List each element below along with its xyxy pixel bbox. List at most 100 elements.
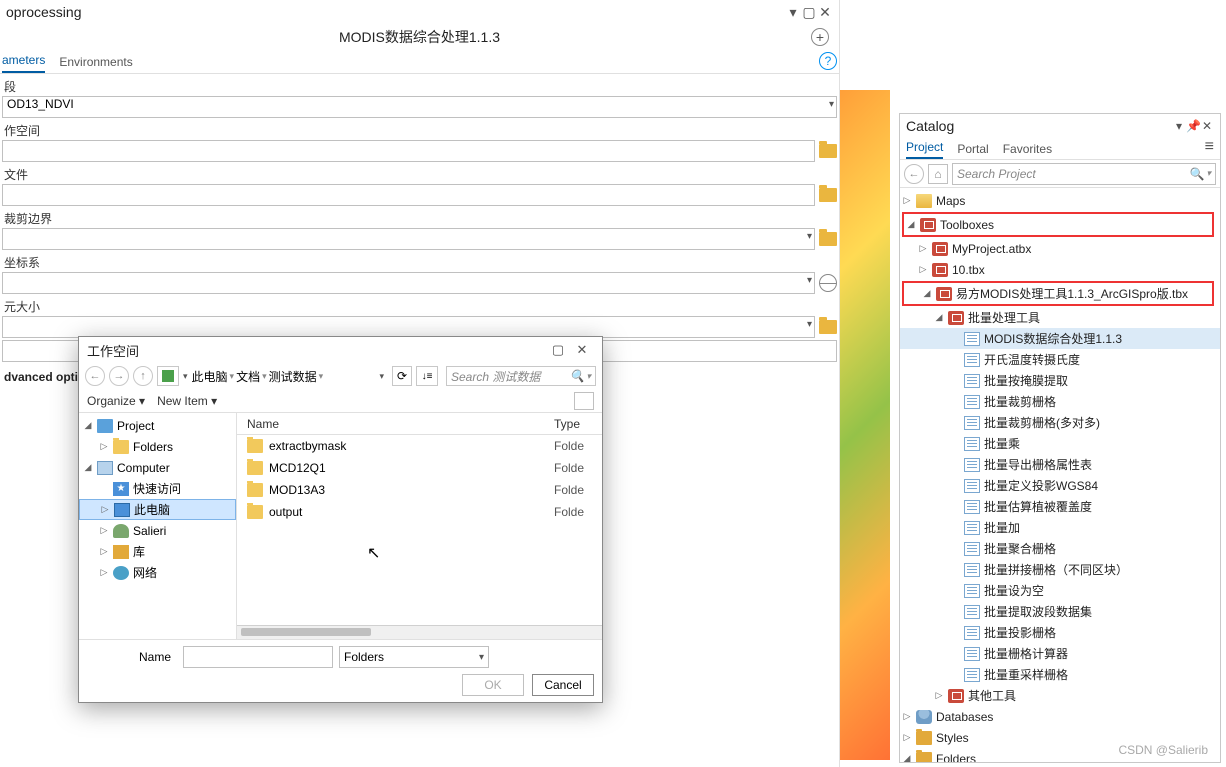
catalog-node[interactable]: ▷10.tbx xyxy=(900,259,1220,280)
list-row[interactable]: MCD12Q1Folde xyxy=(237,457,602,479)
param-cell-input[interactable]: ▾ xyxy=(2,316,815,338)
dialog-tree-node[interactable]: ▷Salieri xyxy=(79,520,236,541)
list-row[interactable]: extractbymaskFolde xyxy=(237,435,602,457)
dialog-tree-node[interactable]: ▷Folders xyxy=(79,436,236,457)
catalog-title: Catalog xyxy=(906,118,954,134)
crs-picker-icon[interactable] xyxy=(819,274,837,292)
dialog-orgbar: Organize ▾ New Item ▾ xyxy=(79,389,602,413)
refresh-icon[interactable]: ⟳ xyxy=(392,366,412,386)
dialog-max-icon[interactable]: ▢ xyxy=(546,342,570,358)
tab-environments[interactable]: Environments xyxy=(59,55,132,73)
tab-parameters[interactable]: ameters xyxy=(2,53,45,73)
browse-file-icon[interactable] xyxy=(819,188,837,202)
breadcrumb[interactable]: 此电脑▾ 文档▾ 测试数据▾ xyxy=(192,368,324,385)
browse-clip-icon[interactable] xyxy=(819,232,837,246)
dialog-search-input[interactable]: Search 测试数据 🔍▾ xyxy=(446,366,596,386)
param-workspace-input[interactable] xyxy=(2,140,815,162)
catalog-tabs: Project Portal Favorites ≡ xyxy=(900,138,1220,160)
list-row[interactable]: outputFolde xyxy=(237,501,602,523)
dialog-tree-node[interactable]: ◢Project xyxy=(79,415,236,436)
list-row[interactable]: MOD13A3Folde xyxy=(237,479,602,501)
catalog-back-icon[interactable]: ← xyxy=(904,164,924,184)
organize-menu[interactable]: Organize ▾ xyxy=(87,394,145,408)
pin-icon[interactable]: ▢ xyxy=(801,4,817,21)
add-icon[interactable]: + xyxy=(811,28,829,46)
nav-fwd-icon[interactable]: → xyxy=(109,366,129,386)
catalog-node[interactable]: 批量裁剪栅格 xyxy=(900,391,1220,412)
horizontal-scrollbar[interactable] xyxy=(237,625,602,639)
folder-icon xyxy=(916,752,932,763)
catalog-node[interactable]: ▷其他工具 xyxy=(900,685,1220,706)
dialog-titlebar[interactable]: 工作空间 ▢ ✕ xyxy=(79,337,602,363)
catalog-node[interactable]: 批量按掩膜提取 xyxy=(900,370,1220,391)
map-view[interactable] xyxy=(840,90,890,760)
catalog-node[interactable]: ▷Maps xyxy=(900,190,1220,211)
catalog-node[interactable]: 批量导出栅格属性表 xyxy=(900,454,1220,475)
newitem-menu[interactable]: New Item ▾ xyxy=(157,394,217,408)
catalog-node[interactable]: 批量投影栅格 xyxy=(900,622,1220,643)
dialog-list[interactable]: Name Type extractbymaskFoldeMCD12Q1Folde… xyxy=(237,413,602,639)
browse-workspace-icon[interactable] xyxy=(819,144,837,158)
dock-icon[interactable]: ▾ xyxy=(785,4,801,21)
dialog-tree-node[interactable]: ▷此电脑 xyxy=(79,499,236,520)
viewmode-icon[interactable] xyxy=(574,392,594,410)
cancel-button[interactable]: Cancel xyxy=(532,674,594,696)
catalog-pin-icon[interactable]: 📌 xyxy=(1186,119,1200,133)
close-icon[interactable]: ✕ xyxy=(817,4,833,21)
list-header[interactable]: Name Type xyxy=(237,413,602,435)
catalog-node[interactable]: 批量栅格计算器 xyxy=(900,643,1220,664)
param-field-input[interactable]: OD13_NDVI▾ xyxy=(2,96,837,118)
catalog-node[interactable]: ◢Toolboxes xyxy=(904,214,1212,235)
script-icon xyxy=(964,542,980,556)
folder-icon xyxy=(247,505,263,519)
catalog-node[interactable]: 批量聚合栅格 xyxy=(900,538,1220,559)
catalog-node[interactable]: ◢易方MODIS处理工具1.1.3_ArcGISpro版.tbx xyxy=(904,283,1212,304)
nav-back-icon[interactable]: ← xyxy=(85,366,105,386)
catalog-tree[interactable]: ▷Maps ◢Toolboxes ▷MyProject.atbx▷10.tbx ◢易方… xyxy=(900,188,1220,762)
catalog-menu-icon[interactable]: ≡ xyxy=(1205,138,1214,159)
tab-portal[interactable]: Portal xyxy=(957,142,988,159)
nav-view-drop[interactable] xyxy=(157,366,179,386)
nav-up-icon[interactable]: ↑ xyxy=(133,366,153,386)
script-icon xyxy=(964,332,980,346)
dialog-tree-node[interactable]: ▷网络 xyxy=(79,562,236,583)
catalog-node[interactable]: MODIS数据综合处理1.1.3 xyxy=(900,328,1220,349)
catalog-node[interactable]: ▷MyProject.atbx xyxy=(900,238,1220,259)
search-icon[interactable]: 🔍 xyxy=(1190,167,1205,181)
tab-project[interactable]: Project xyxy=(906,140,943,159)
catalog-node[interactable]: 批量设为空 xyxy=(900,580,1220,601)
catalog-node[interactable]: 批量定义投影WGS84 xyxy=(900,475,1220,496)
dialog-tree-node[interactable]: ▷库 xyxy=(79,541,236,562)
dialog-close-icon[interactable]: ✕ xyxy=(570,342,594,358)
tab-favorites[interactable]: Favorites xyxy=(1003,142,1052,159)
catalog-node[interactable]: 批量估算植被覆盖度 xyxy=(900,496,1220,517)
catalog-node[interactable]: 批量拼接栅格（不同区块） xyxy=(900,559,1220,580)
script-icon xyxy=(964,374,980,388)
catalog-dock-icon[interactable]: ▾ xyxy=(1172,119,1186,133)
catalog-node[interactable]: 批量裁剪栅格(多对多) xyxy=(900,412,1220,433)
ok-button[interactable]: OK xyxy=(462,674,524,696)
catalog-home-icon[interactable]: ⌂ xyxy=(928,164,948,184)
catalog-node[interactable]: 批量乘 xyxy=(900,433,1220,454)
catalog-node[interactable]: ▷Databases xyxy=(900,706,1220,727)
help-icon[interactable]: ? xyxy=(819,52,837,70)
catalog-node[interactable]: 批量重采样栅格 xyxy=(900,664,1220,685)
dialog-title: 工作空间 xyxy=(87,341,139,360)
name-input[interactable] xyxy=(183,646,333,668)
sort-icon[interactable]: ↓≡ xyxy=(416,366,438,386)
param-file-input[interactable] xyxy=(2,184,815,206)
script-icon xyxy=(964,500,980,514)
dialog-tree-node[interactable]: ◢Computer xyxy=(79,457,236,478)
param-crs-input[interactable]: ▾ xyxy=(2,272,815,294)
browse-cell-icon[interactable] xyxy=(819,320,837,334)
dialog-tree[interactable]: ◢Project▷Folders◢Computer★快速访问▷此电脑▷Salie… xyxy=(79,413,237,639)
param-clip-input[interactable]: ▾ xyxy=(2,228,815,250)
catalog-close-icon[interactable]: ✕ xyxy=(1200,119,1214,133)
catalog-node[interactable]: 批量提取波段数据集 xyxy=(900,601,1220,622)
catalog-node[interactable]: 批量加 xyxy=(900,517,1220,538)
catalog-node[interactable]: 开氏温度转摄氏度 xyxy=(900,349,1220,370)
catalog-node[interactable]: ◢批量处理工具 xyxy=(900,307,1220,328)
dialog-tree-node[interactable]: ★快速访问 xyxy=(79,478,236,499)
filter-select[interactable]: Folders xyxy=(339,646,489,668)
catalog-search-input[interactable]: Search Project 🔍▾ xyxy=(952,163,1216,185)
